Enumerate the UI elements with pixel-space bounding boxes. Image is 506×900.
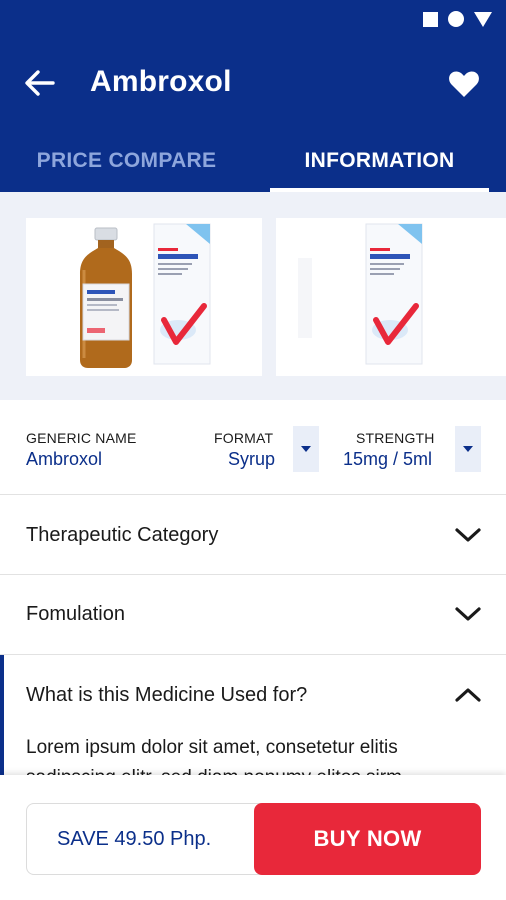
tab-bar: PRICE COMPARE INFORMATION <box>0 130 506 192</box>
format-label: FORMAT <box>214 430 274 446</box>
product-image-card[interactable] <box>26 218 262 376</box>
section-medicine-used-for[interactable]: What is this Medicine Used for? Lorem ip… <box>0 655 506 795</box>
chevron-down-icon <box>454 521 482 549</box>
generic-name-label: GENERIC NAME <box>26 430 137 446</box>
section-formulation[interactable]: Fomulation <box>0 575 506 655</box>
syrup-box-image <box>298 223 423 365</box>
favorite-button[interactable] <box>444 64 484 104</box>
back-button[interactable] <box>22 65 58 101</box>
section-therapeutic-category[interactable]: Therapeutic Category <box>0 496 506 575</box>
chevron-up-icon <box>454 681 482 709</box>
caret-down-icon <box>463 446 473 452</box>
buy-now-button[interactable]: BUY NOW <box>254 803 481 875</box>
generic-name-value: Ambroxol <box>26 449 103 469</box>
savings-label: SAVE 49.50 Php. <box>26 803 266 875</box>
heart-icon <box>449 71 479 97</box>
section-title: What is this Medicine Used for? <box>26 684 308 706</box>
bottom-bar: SAVE 49.50 Php. BUY NOW <box>0 775 506 900</box>
status-bar <box>0 0 506 40</box>
strength-label: STRENGTH <box>356 430 435 446</box>
image-gallery[interactable] <box>0 192 506 400</box>
body-line: Lorem ipsum dolor sit amet, consetetur e… <box>26 737 398 758</box>
page-title: Ambroxol <box>90 65 232 98</box>
arrow-left-icon <box>25 70 55 96</box>
strength-value: 15mg / 5ml <box>343 449 433 469</box>
tab-information[interactable]: INFORMATION <box>253 130 506 192</box>
format-value: Syrup <box>228 449 276 469</box>
caret-down-icon <box>301 446 311 452</box>
section-title: Therapeutic Category <box>26 524 219 546</box>
square-icon <box>423 11 438 27</box>
syrup-bottle-and-box-image <box>80 223 211 368</box>
product-image-card[interactable] <box>276 218 506 376</box>
tab-price-compare[interactable]: PRICE COMPARE <box>0 130 253 192</box>
chevron-down-icon <box>454 600 482 628</box>
strength-dropdown-button[interactable] <box>455 426 481 472</box>
app-bar: Ambroxol <box>0 40 506 130</box>
format-dropdown-button[interactable] <box>293 426 319 472</box>
circle-icon <box>448 11 464 27</box>
section-title: Fomulation <box>26 603 125 625</box>
medicine-details: GENERIC NAME Ambroxol FORMAT Syrup STREN… <box>0 400 506 495</box>
triangle-icon <box>474 11 492 27</box>
